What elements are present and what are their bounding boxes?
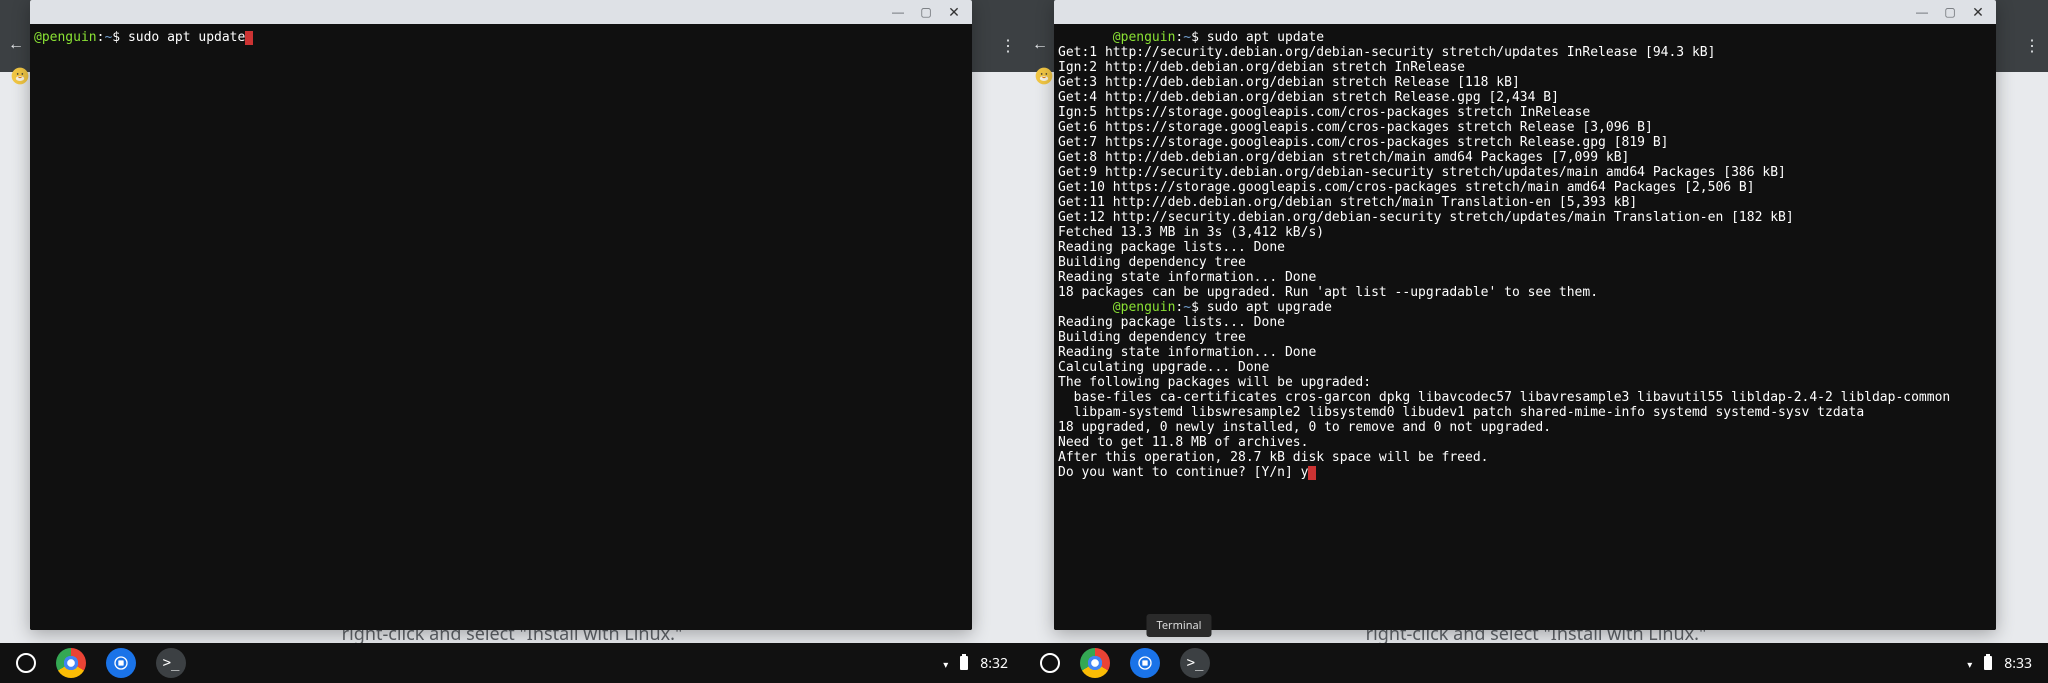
files-app-icon[interactable]: [1130, 648, 1160, 678]
battery-icon: [1984, 656, 1992, 670]
window-titlebar[interactable]: — ▢ ✕: [30, 0, 972, 24]
launcher-icon[interactable]: [16, 653, 36, 673]
clock: 8:33: [2004, 654, 2032, 673]
overflow-menu-icon[interactable]: ⋮: [1000, 36, 1016, 56]
terminal-window[interactable]: — ▢ ✕ @penguin:~$ sudo apt update: [30, 0, 972, 630]
terminal-window[interactable]: — ▢ ✕ @penguin:~$ sudo apt update Get:1 …: [1054, 0, 1996, 630]
status-tray[interactable]: 8:33: [1967, 654, 2032, 673]
wifi-icon: [943, 654, 948, 673]
shelf: >_ 8:32: [0, 643, 1024, 683]
minimize-button[interactable]: —: [1908, 0, 1936, 24]
terminal-app-icon[interactable]: >_: [1180, 648, 1210, 678]
screenshot-right: ← ⋮ right-click and select "Install with…: [1024, 0, 2048, 683]
clock: 8:32: [980, 654, 1008, 673]
window-titlebar[interactable]: — ▢ ✕: [1054, 0, 1996, 24]
maximize-button[interactable]: ▢: [912, 0, 940, 24]
back-icon[interactable]: ←: [1032, 36, 1048, 54]
terminal-body[interactable]: @penguin:~$ sudo apt update Get:1 http:/…: [1054, 24, 1996, 630]
chrome-app-icon[interactable]: [1080, 648, 1110, 678]
back-icon[interactable]: ←: [8, 36, 24, 54]
chrome-app-icon[interactable]: [56, 648, 86, 678]
close-button[interactable]: ✕: [1964, 0, 1992, 24]
files-app-icon[interactable]: [106, 648, 136, 678]
linux-app-icon[interactable]: [1032, 64, 1056, 88]
launcher-icon[interactable]: [1040, 653, 1060, 673]
minimize-button[interactable]: —: [884, 0, 912, 24]
screenshot-left: ← ⋮ right-click and select "Install with…: [0, 0, 1024, 683]
wifi-icon: [1967, 654, 1972, 673]
terminal-app-icon[interactable]: >_: [156, 648, 186, 678]
battery-icon: [960, 656, 968, 670]
close-button[interactable]: ✕: [940, 0, 968, 24]
terminal-body[interactable]: @penguin:~$ sudo apt update: [30, 24, 972, 630]
maximize-button[interactable]: ▢: [1936, 0, 1964, 24]
overflow-menu-icon[interactable]: ⋮: [2024, 36, 2040, 56]
status-tray[interactable]: 8:32: [943, 654, 1008, 673]
shelf: >_ 8:33: [1024, 643, 2048, 683]
linux-app-icon[interactable]: [8, 64, 32, 88]
terminal-tooltip: Terminal: [1146, 614, 1211, 637]
